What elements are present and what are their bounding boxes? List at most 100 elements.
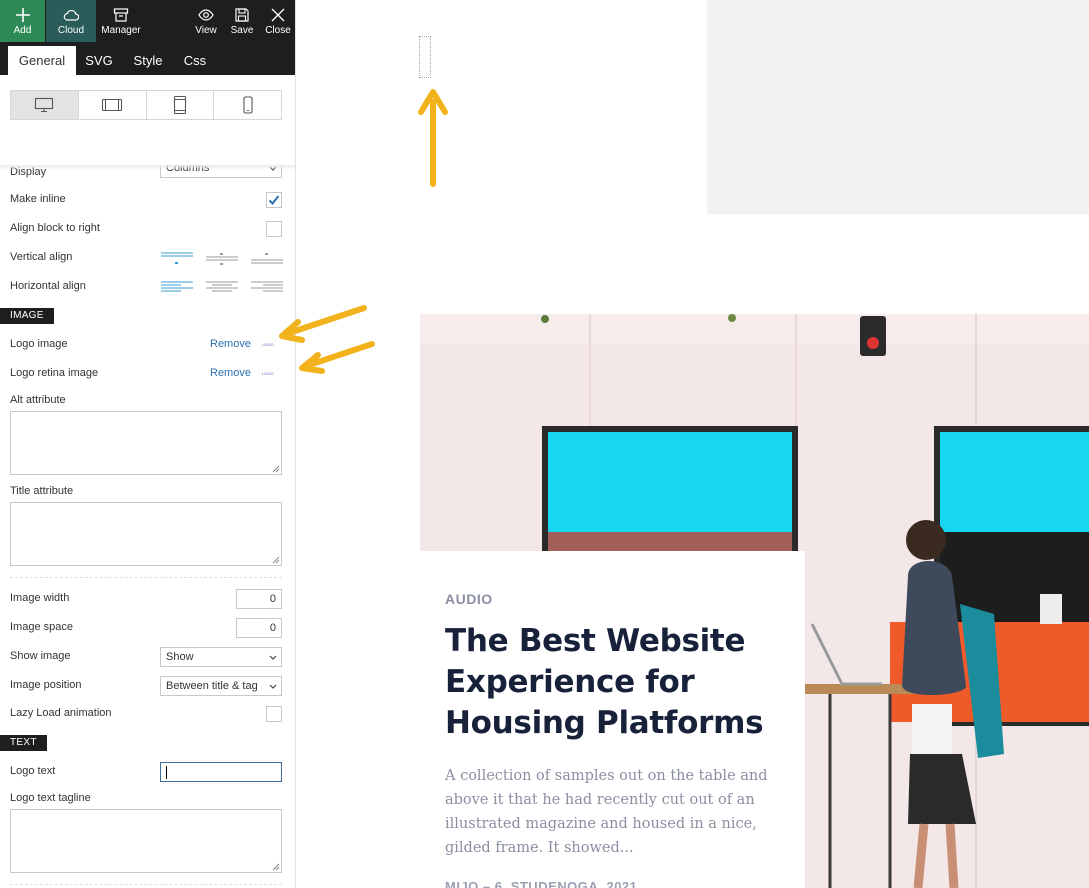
logo-tagline-row: Logo text tagline <box>10 789 282 809</box>
title-attribute-row: Title attribute <box>10 482 282 502</box>
lazy-load-row: Lazy Load animation <box>10 704 282 724</box>
align-right-row: Align block to right <box>10 219 282 239</box>
make-inline-label: Make inline <box>10 193 66 205</box>
image-space-label: Image space <box>10 621 73 633</box>
close-icon <box>271 8 285 22</box>
article-meta: MIJO – 6. STUDENOGA, 2021. <box>445 879 642 888</box>
tab-style[interactable]: Style <box>128 46 168 75</box>
horizontal-align-row: Horizontal align <box>10 277 284 297</box>
image-width-input[interactable]: 0 <box>236 589 282 609</box>
align-bottom-icon[interactable] <box>250 250 284 266</box>
image-position-label: Image position <box>10 679 82 691</box>
lazy-load-checkbox[interactable] <box>266 706 282 722</box>
image-position-value: Between title & tag <box>166 680 258 692</box>
logo-image-row: Logo image Remove LOGO <box>10 335 282 355</box>
tablet-landscape-icon <box>102 98 123 112</box>
view-label: View <box>195 25 217 36</box>
alt-attribute-row: Alt attribute <box>10 391 282 411</box>
plus-icon <box>15 8 30 22</box>
align-right-checkbox[interactable] <box>266 221 282 237</box>
align-center-icon[interactable] <box>205 279 239 295</box>
device-switcher <box>10 90 282 120</box>
make-inline-checkbox[interactable] <box>266 192 282 208</box>
align-right-label: Align block to right <box>10 222 100 234</box>
logo-tagline-textarea[interactable] <box>10 809 282 873</box>
image-space-row: Image space 0 <box>10 618 282 638</box>
article-title[interactable]: The Best Website Experience for Housing … <box>445 621 785 744</box>
vertical-align-group <box>160 248 284 268</box>
tab-css[interactable]: Css <box>178 46 212 75</box>
show-image-value: Show <box>166 651 194 663</box>
resize-handle-icon[interactable] <box>272 863 280 871</box>
image-section-heading: IMAGE <box>0 308 54 324</box>
device-tablet-landscape-button[interactable] <box>79 91 147 119</box>
checkmark-icon <box>268 195 280 205</box>
text-caret <box>166 766 167 779</box>
logo-text-label: Logo text <box>10 765 56 777</box>
annotation-arrow-up-icon <box>418 89 448 187</box>
image-width-row: Image width 0 <box>10 589 282 609</box>
logo-text-input[interactable] <box>160 762 282 782</box>
alt-attribute-textarea[interactable] <box>10 411 282 475</box>
cloud-button[interactable]: Cloud <box>46 0 96 42</box>
lazy-load-label: Lazy Load animation <box>10 707 112 719</box>
align-right-icon[interactable] <box>250 279 284 295</box>
logo-retina-remove-link[interactable]: Remove <box>210 367 251 379</box>
logo-image-remove-link[interactable]: Remove <box>210 338 251 350</box>
align-middle-icon[interactable] <box>205 250 239 266</box>
horizontal-align-label: Horizontal align <box>10 280 86 292</box>
toolbar: Add Cloud Manager View Save Close <box>0 0 295 42</box>
resize-handle-icon[interactable] <box>272 465 280 473</box>
add-button[interactable]: Add <box>0 0 45 42</box>
logo-text-row: Logo text <box>10 762 282 782</box>
show-image-select[interactable]: Show <box>160 647 282 667</box>
device-desktop-button[interactable] <box>11 91 79 119</box>
vertical-align-row: Vertical align <box>10 248 284 268</box>
article-category[interactable]: AUDIO <box>445 591 493 607</box>
article-excerpt: A collection of samples out on the table… <box>445 768 768 856</box>
tab-svg[interactable]: SVG <box>80 46 118 75</box>
article-card[interactable]: AUDIO The Best Website Experience for Ho… <box>420 551 805 888</box>
device-tablet-portrait-button[interactable] <box>147 91 215 119</box>
save-button[interactable]: Save <box>226 0 258 42</box>
empty-logo-placeholder[interactable] <box>419 36 431 78</box>
close-label: Close <box>265 25 291 36</box>
logo-retina-thumbnail[interactable]: LOGO <box>262 371 284 376</box>
image-space-input[interactable]: 0 <box>236 618 282 638</box>
mobile-icon <box>243 96 253 114</box>
save-label: Save <box>230 25 254 36</box>
image-position-select[interactable]: Between title & tag <box>160 676 282 696</box>
device-mobile-button[interactable] <box>214 91 281 119</box>
add-label: Add <box>13 25 32 36</box>
chevron-down-icon <box>269 655 277 660</box>
show-image-row: Show image Show <box>10 647 282 667</box>
cloud-icon <box>63 9 79 21</box>
manager-label: Manager <box>101 25 141 36</box>
show-image-label: Show image <box>10 650 71 662</box>
manager-button[interactable]: Manager <box>96 0 146 42</box>
image-width-label: Image width <box>10 592 70 604</box>
logo-tagline-label: Logo text tagline <box>10 792 91 804</box>
tab-general[interactable]: General <box>8 46 76 75</box>
align-top-icon[interactable] <box>160 250 194 266</box>
align-left-icon[interactable] <box>160 279 194 295</box>
settings-sidebar: Add Cloud Manager View Save Close Genera… <box>0 0 296 888</box>
view-button[interactable]: View <box>190 0 222 42</box>
horizontal-align-group <box>160 277 284 297</box>
manager-icon <box>113 8 129 22</box>
image-position-row: Image position Between title & tag <box>10 676 282 696</box>
alt-attribute-label: Alt attribute <box>10 394 66 406</box>
search-panel-shadow <box>0 165 295 170</box>
logo-retina-label: Logo retina image <box>10 367 99 379</box>
header-gray-block <box>707 0 1089 214</box>
resize-handle-icon[interactable] <box>272 556 280 564</box>
search-panel-backdrop <box>0 120 295 165</box>
logo-image-label: Logo image <box>10 338 68 350</box>
vertical-align-label: Vertical align <box>10 251 73 263</box>
floppy-disk-icon <box>235 8 249 22</box>
eye-icon <box>198 9 214 21</box>
title-attribute-textarea[interactable] <box>10 502 282 566</box>
close-button[interactable]: Close <box>262 0 294 42</box>
tablet-portrait-icon <box>173 95 186 115</box>
cloud-label: Cloud <box>57 25 85 36</box>
